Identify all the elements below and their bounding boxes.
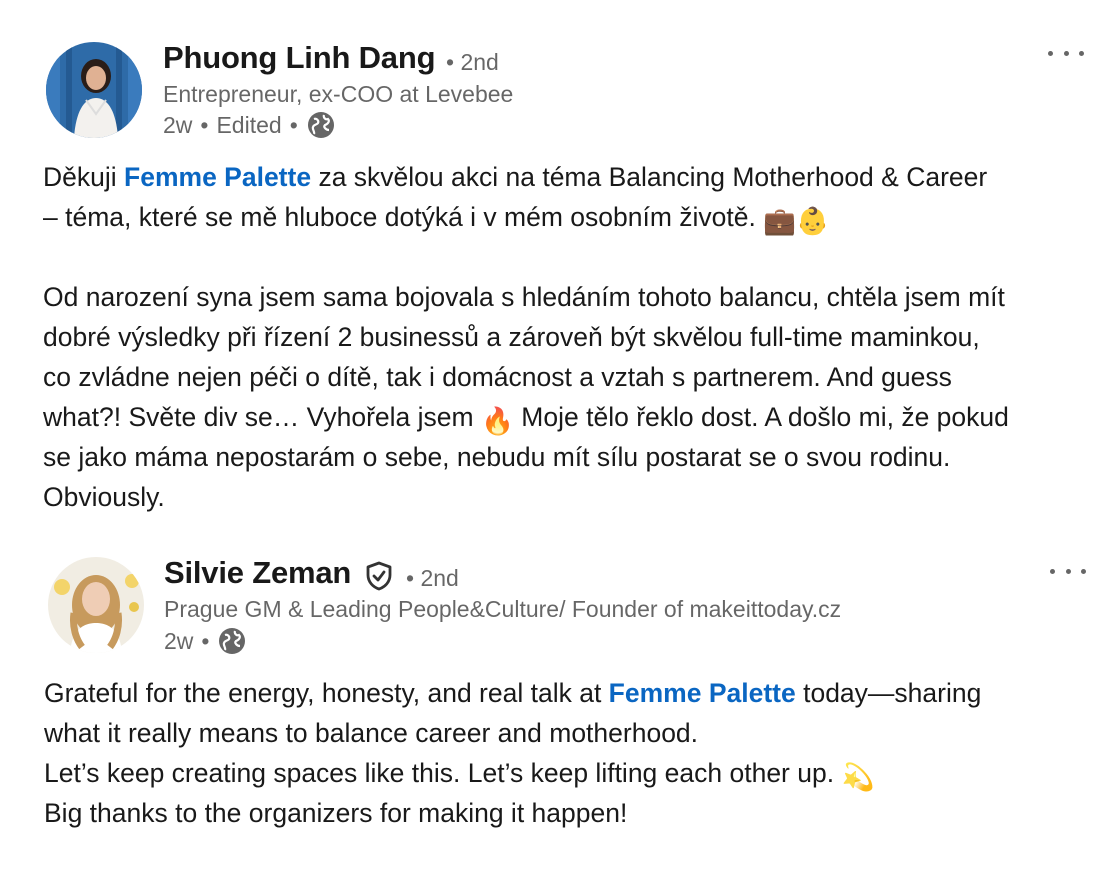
- separator: •: [201, 627, 210, 654]
- body-line: Big thanks to the organizers for making …: [44, 798, 628, 828]
- avatar-image: [48, 557, 144, 653]
- post-body: Grateful for the energy, honesty, and re…: [44, 673, 981, 833]
- more-options-icon[interactable]: [1050, 561, 1086, 581]
- mention-link[interactable]: Femme Palette: [609, 678, 796, 708]
- connection-degree: • 2nd: [406, 565, 459, 591]
- author-name[interactable]: Silvie Zeman: [164, 555, 351, 591]
- author-headline: Prague GM & Leading People&Culture/ Foun…: [164, 596, 842, 622]
- globe-icon: [217, 626, 247, 656]
- body-line: what it really means to balance career a…: [44, 718, 699, 748]
- author-avatar[interactable]: [48, 557, 144, 653]
- verified-shield-icon: [363, 560, 395, 592]
- post-meta: 2w •: [164, 626, 247, 656]
- dizzy-emoji: 💫: [841, 762, 875, 792]
- body-line: Grateful for the energy, honesty, and re…: [44, 678, 982, 708]
- post-2: Silvie Zeman • 2nd Prague GM & Leading P…: [0, 0, 1116, 874]
- post-time: 2w: [164, 627, 194, 654]
- body-line: Let’s keep creating spaces like this. Le…: [44, 753, 981, 793]
